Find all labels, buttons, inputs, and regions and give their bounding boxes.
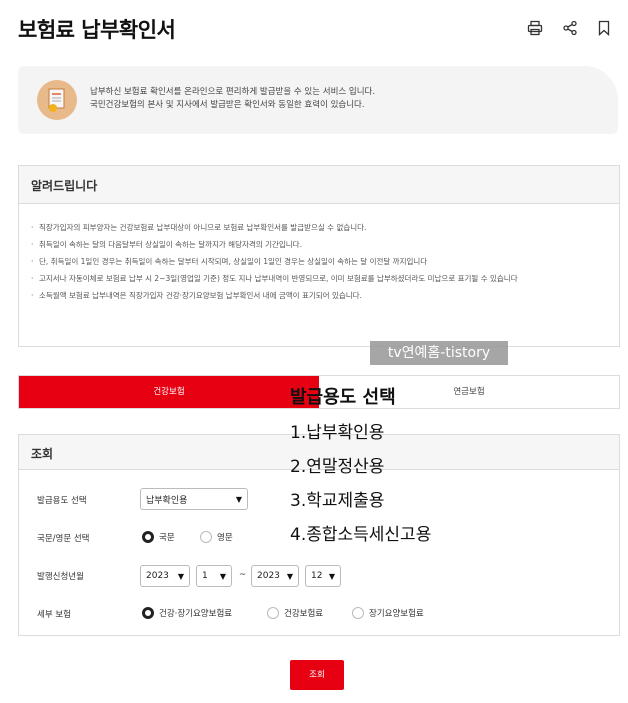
chevron-down-icon: ▼ [286,571,293,581]
overlay-item: 3.학교제출용 [290,491,385,511]
radio-health-longterm[interactable]: 건강·장기요양보험료 [142,607,232,619]
radio-checked-icon [142,531,154,543]
end-year-value: 2023 [257,571,280,581]
page-title: 보험료 납부확인서 [18,18,176,42]
intro-line: 국민건강보험의 본사 및 지사에서 발급받은 확인서와 동일한 효력이 있습니다… [90,100,365,110]
radio-longterm-label: 장기요양보험료 [369,609,424,619]
notice-box: 알려드립니다 직장가입자의 피부양자는 건강보험료 납부대상이 아니므로 보험료… [18,165,620,347]
detail-label: 세부 보험 [37,610,71,620]
chevron-down-icon: ▼ [177,571,184,581]
print-icon[interactable] [523,16,547,40]
period-label: 발행신청년월 [37,572,84,582]
notice-item: 직장가입자의 피부양자는 건강보험료 납부대상이 아니므로 보험료 납부확인서를… [31,222,609,233]
notice-item: 취득일이 속하는 달의 다음달부터 상실일이 속하는 달까지가 해당자격의 기간… [31,239,609,250]
end-year-select[interactable]: 2023 ▼ [251,565,299,587]
notice-item: 단, 취득일이 1일인 경우는 취득일이 속하는 달부터 시작되며, 상실일이 … [31,256,609,267]
notice-list: 직장가입자의 피부양자는 건강보험료 납부대상이 아니므로 보험료 납부확인서를… [31,222,609,307]
certificate-icon [37,80,77,120]
overlay-item: 1.납부확인용 [290,423,385,443]
radio-health-longterm-label: 건강·장기요양보험료 [159,609,233,619]
overlay-item: 2.연말정산용 [290,457,385,477]
radio-unchecked-icon [267,607,279,619]
notice-header: 알려드립니다 [19,166,619,204]
notice-item: 소득월액 보험료 납부내역은 직장가입자 건강·장기요양보험 납부확인서 내에 … [31,290,609,301]
radio-korean[interactable]: 국문 [142,531,175,543]
chevron-down-icon: ▼ [219,571,226,581]
radio-english[interactable]: 영문 [200,531,233,543]
start-year-select[interactable]: 2023 ▼ [140,565,190,587]
bookmark-icon[interactable] [592,16,616,40]
chevron-down-icon: ▼ [235,494,242,504]
end-month-select[interactable]: 12 ▼ [305,565,341,587]
radio-korean-label: 국문 [159,533,175,543]
purpose-select-value: 납부확인용 [146,495,188,506]
tab-health-insurance[interactable]: 건강보험 [19,376,319,408]
purpose-select[interactable]: 납부확인용 ▼ [140,488,248,510]
start-year-value: 2023 [146,571,169,581]
watermark: tv연예홈-tistory [370,341,508,365]
notice-item: 고지서나 자동이체로 보험료 납부 시 2~3일(영업일 기준) 정도 지나 납… [31,273,609,284]
purpose-label: 발급용도 선택 [37,496,87,506]
period-separator: ~ [239,570,247,580]
end-month-value: 12 [311,571,323,581]
search-button[interactable]: 조회 [290,660,344,690]
radio-english-label: 영문 [217,533,233,543]
query-title: 조회 [31,447,54,461]
radio-unchecked-icon [352,607,364,619]
share-icon[interactable] [558,16,582,40]
radio-longterm[interactable]: 장기요양보험료 [352,607,424,619]
start-month-value: 1 [202,571,208,581]
radio-checked-icon [142,607,154,619]
radio-health[interactable]: 건강보험료 [267,607,323,619]
start-month-select[interactable]: 1 ▼ [196,565,232,587]
intro-line: 납부하신 보험료 확인서를 온라인으로 편리하게 발급받을 수 있는 서비스 입… [90,87,376,97]
chevron-down-icon: ▼ [328,571,335,581]
overlay-item: 4.종합소득세신고용 [290,525,432,545]
notice-title: 알려드립니다 [31,179,98,193]
intro-text: 납부하신 보험료 확인서를 온라인으로 편리하게 발급받을 수 있는 서비스 입… [90,86,375,112]
overlay-title: 발급용도 선택 [290,387,396,408]
language-label: 국문/영문 선택 [37,534,90,544]
radio-health-label: 건강보험료 [284,609,324,619]
radio-unchecked-icon [200,531,212,543]
